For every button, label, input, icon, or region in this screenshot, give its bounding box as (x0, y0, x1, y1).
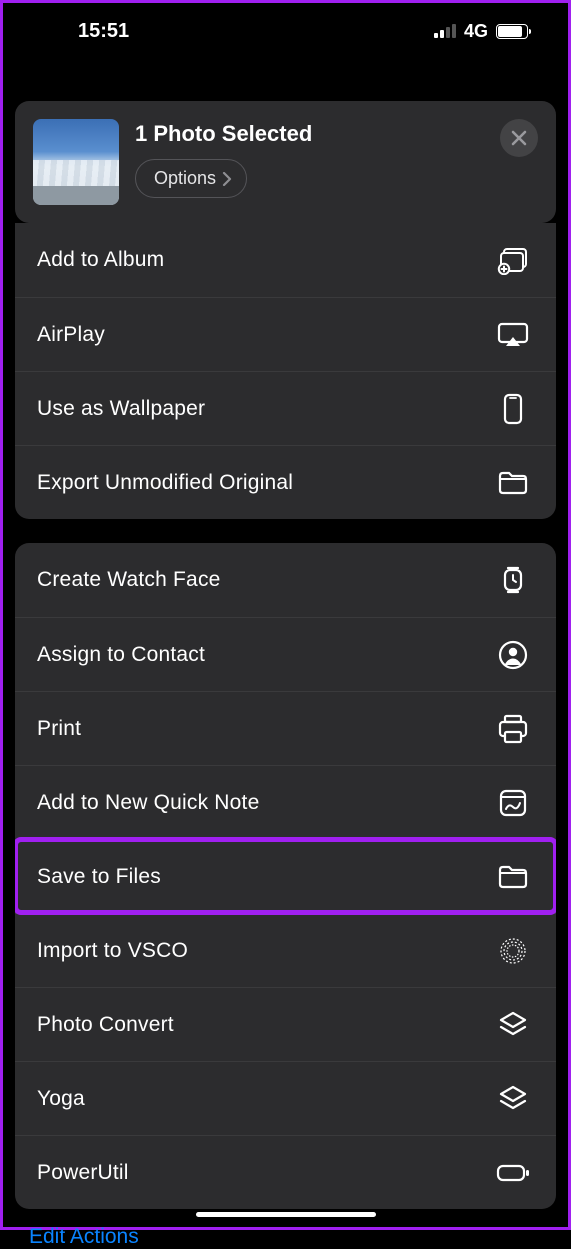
battery-icon (496, 24, 528, 39)
stack-icon (496, 1082, 530, 1116)
action-powerutil[interactable]: PowerUtil (15, 1135, 556, 1209)
row-label: Assign to Contact (37, 643, 205, 667)
row-label: Photo Convert (37, 1013, 174, 1037)
row-label: AirPlay (37, 323, 105, 347)
row-label: Export Unmodified Original (37, 471, 293, 495)
album-icon (496, 243, 530, 277)
close-button[interactable] (500, 119, 538, 157)
action-group-2: Create Watch Face Assign to Contact Prin… (15, 543, 556, 1209)
chevron-right-icon (222, 172, 232, 186)
battery-icon (496, 1156, 530, 1190)
folder-icon (496, 466, 530, 500)
sheet-title: 1 Photo Selected (135, 121, 538, 147)
action-yoga[interactable]: Yoga (15, 1061, 556, 1135)
row-label: Import to VSCO (37, 939, 188, 963)
status-bar: 15:51 4G (3, 3, 568, 59)
action-group-1: Add to Album AirPlay Use as Wallpaper Ex… (15, 223, 556, 519)
action-add-quick-note[interactable]: Add to New Quick Note (15, 765, 556, 839)
options-button[interactable]: Options (135, 159, 247, 198)
action-import-to-vsco[interactable]: Import to VSCO (15, 913, 556, 987)
action-create-watch-face[interactable]: Create Watch Face (15, 543, 556, 617)
network-label: 4G (464, 21, 488, 42)
status-right: 4G (434, 21, 528, 42)
row-label: Print (37, 717, 81, 741)
share-sheet-header: 1 Photo Selected Options (15, 101, 556, 223)
signal-icon (434, 24, 456, 38)
airplay-icon (496, 318, 530, 352)
options-label: Options (154, 168, 216, 189)
row-label: Add to New Quick Note (37, 791, 259, 815)
action-export-original[interactable]: Export Unmodified Original (15, 445, 556, 519)
watch-icon (496, 563, 530, 597)
close-icon (511, 130, 527, 146)
vsco-icon (496, 934, 530, 968)
edit-actions-link[interactable]: Edit Actions (29, 1225, 568, 1249)
row-label: PowerUtil (37, 1161, 129, 1185)
action-assign-to-contact[interactable]: Assign to Contact (15, 617, 556, 691)
action-add-to-album[interactable]: Add to Album (15, 223, 556, 297)
stack-icon (496, 1008, 530, 1042)
action-photo-convert[interactable]: Photo Convert (15, 987, 556, 1061)
printer-icon (496, 712, 530, 746)
photo-thumbnail[interactable] (33, 119, 119, 205)
action-airplay[interactable]: AirPlay (15, 297, 556, 371)
home-indicator[interactable] (196, 1212, 376, 1217)
action-save-to-files[interactable]: Save to Files (15, 839, 556, 913)
contact-icon (496, 638, 530, 672)
quicknote-icon (496, 786, 530, 820)
status-time: 15:51 (3, 20, 129, 43)
action-print[interactable]: Print (15, 691, 556, 765)
row-label: Use as Wallpaper (37, 397, 205, 421)
row-label: Save to Files (37, 865, 161, 889)
row-label: Create Watch Face (37, 568, 221, 592)
phone-icon (496, 392, 530, 426)
action-use-as-wallpaper[interactable]: Use as Wallpaper (15, 371, 556, 445)
folder-icon (496, 860, 530, 894)
row-label: Add to Album (37, 248, 164, 272)
row-label: Yoga (37, 1087, 85, 1111)
